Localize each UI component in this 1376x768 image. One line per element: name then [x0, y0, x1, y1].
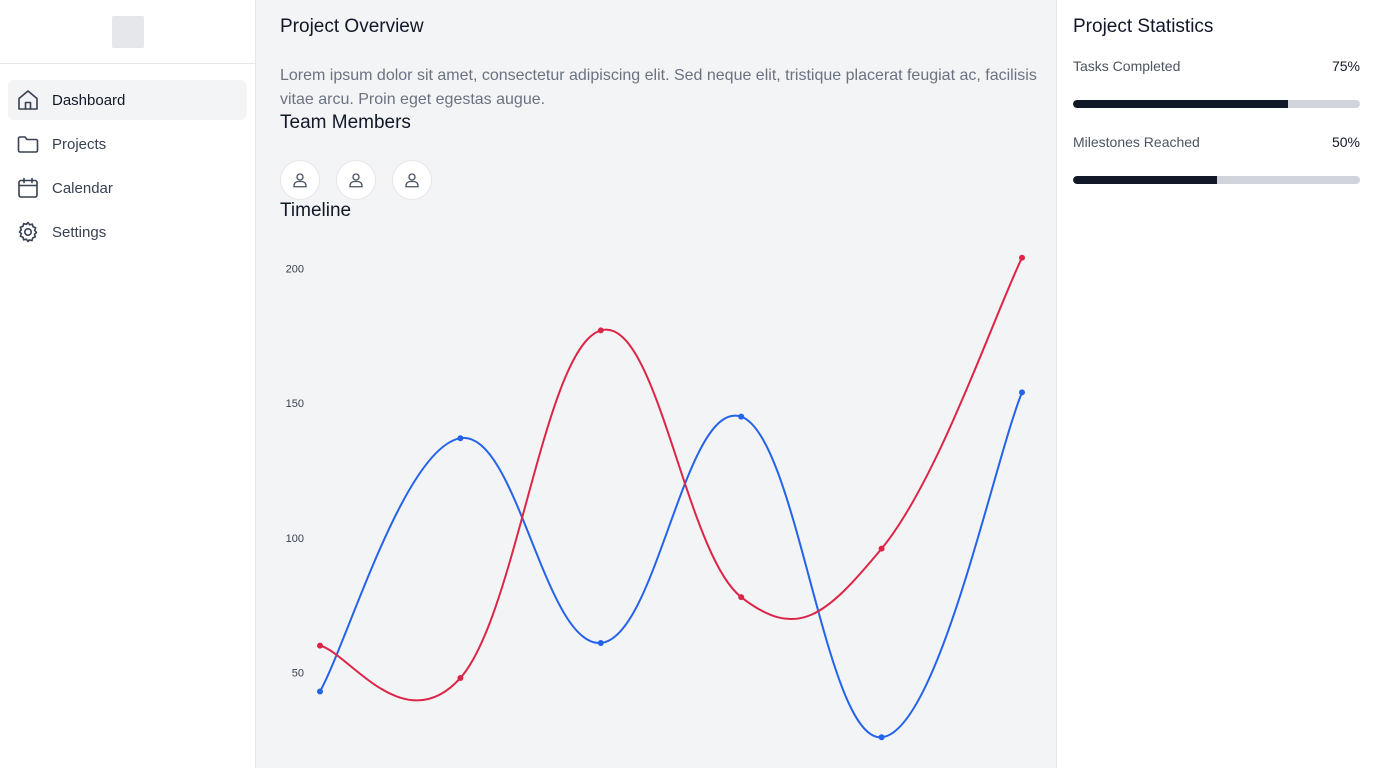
logo[interactable]: [112, 16, 144, 48]
home-icon: [18, 90, 38, 110]
member-avatar[interactable]: [280, 160, 320, 200]
stats-title: Project Statistics: [1073, 16, 1214, 37]
stat-tasks-completed: Tasks Completed 75%: [1073, 58, 1360, 110]
y-tick-label: 200: [286, 263, 304, 275]
user-icon: [293, 173, 307, 188]
overview-title: Project Overview: [280, 16, 424, 37]
sidebar-item-projects[interactable]: Projects: [8, 124, 247, 164]
data-point-1-3[interactable]: [738, 594, 745, 601]
team-title: Team Members: [280, 112, 411, 133]
sidebar-item-label: Projects: [52, 135, 107, 153]
folder-icon: [17, 136, 39, 153]
sidebar-item-dashboard[interactable]: Dashboard: [8, 80, 247, 120]
team-members: [280, 160, 448, 200]
project-description: Lorem ipsum dolor sit amet, consectetur …: [280, 67, 1037, 108]
calendar-icon: [18, 177, 38, 198]
data-point-1-1[interactable]: [457, 674, 464, 681]
stat-milestones-reached: Milestones Reached 50%: [1073, 134, 1360, 186]
y-tick-label: 100: [286, 533, 304, 545]
data-point-0-0[interactable]: [317, 688, 323, 695]
user-icon: [405, 173, 419, 188]
app-window: Dashboard Projects Calendar Settings Pro…: [0, 0, 1376, 768]
user-icon: [349, 173, 363, 188]
y-tick-label: 150: [286, 398, 304, 410]
data-point-1-0[interactable]: [317, 642, 323, 649]
stat-label: Tasks Completed: [1073, 58, 1181, 74]
y-tick-label: 50: [292, 668, 304, 680]
logo-area: [0, 0, 255, 64]
stats-panel: Project Statistics Tasks Completed 75% M…: [1057, 0, 1376, 768]
timeline-title: Timeline: [280, 200, 352, 221]
sidebar-nav: Dashboard Projects Calendar Settings: [0, 64, 255, 252]
progress-fill: [1073, 176, 1217, 184]
stat-value: 50%: [1331, 134, 1360, 150]
member-avatar[interactable]: [392, 160, 432, 200]
progress-fill: [1073, 100, 1289, 108]
series-line-1: [319, 257, 1023, 702]
sidebar-item-label: Dashboard: [52, 91, 126, 109]
data-point-1-4[interactable]: [878, 545, 885, 552]
data-point-0-3[interactable]: [738, 413, 745, 420]
data-point-1-2[interactable]: [597, 327, 604, 334]
data-point-1-5[interactable]: [1019, 254, 1025, 261]
sidebar-item-calendar[interactable]: Calendar: [8, 168, 247, 208]
sidebar-item-label: Settings: [52, 223, 107, 241]
main-content: Project Overview Lorem ipsum dolor sit a…: [256, 0, 1057, 768]
stat-label: Milestones Reached: [1073, 134, 1200, 150]
sidebar: Dashboard Projects Calendar Settings: [0, 0, 256, 768]
sidebar-item-settings[interactable]: Settings: [8, 212, 247, 252]
progress-track: [1073, 176, 1360, 184]
timeline-chart: 50 100 150 200: [286, 254, 1025, 741]
progress-track: [1073, 100, 1360, 108]
sidebar-item-label: Calendar: [52, 179, 113, 197]
data-point-0-5[interactable]: [1019, 389, 1025, 396]
stat-value: 75%: [1331, 58, 1360, 74]
data-point-0-2[interactable]: [597, 639, 604, 646]
gear-icon: [18, 221, 38, 243]
member-avatar[interactable]: [336, 160, 376, 200]
data-point-0-4[interactable]: [878, 734, 885, 741]
data-point-0-1[interactable]: [457, 435, 464, 442]
